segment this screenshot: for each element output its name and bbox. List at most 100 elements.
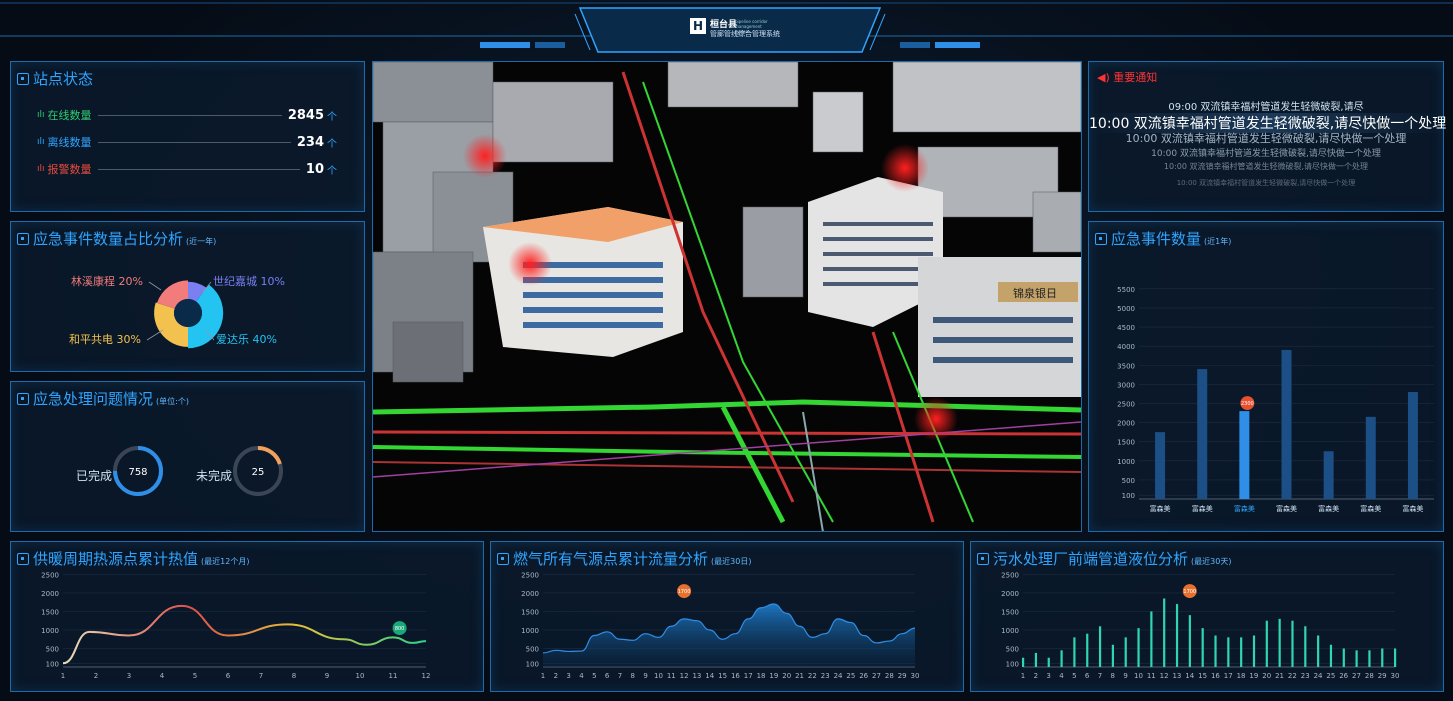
y-tick-label: 3500	[1117, 362, 1135, 370]
bar	[1155, 432, 1166, 499]
gas-panel: 燃气所有气源点累计流量分析 (最近30日) 100 500 1000 1500 2000 2…	[490, 541, 964, 692]
x-tick-label: 12	[422, 672, 431, 680]
bar	[1381, 648, 1384, 667]
event-count-panel: 应急事件数量 (近1年) 100 500 1000 1500 2000 2500 3000 35…	[1088, 221, 1444, 532]
pie-label: 和平共电 30%	[69, 333, 141, 346]
x-tick-label: 1	[61, 672, 65, 680]
x-tick-label: 3	[566, 672, 570, 680]
y-tick-label: 1000	[1001, 627, 1019, 635]
x-tick-label: 11	[1147, 672, 1156, 680]
y-tick-label: 2500	[521, 571, 539, 579]
pie-label: 爱达乐 40%	[216, 333, 277, 346]
x-tick-label: 富森美	[1150, 504, 1171, 513]
series-line	[62, 604, 427, 665]
map-3d-view[interactable]: 锦泉银日	[372, 61, 1082, 532]
x-tick-label: 28	[1365, 672, 1374, 680]
y-tick-label: 5500	[1117, 286, 1135, 294]
x-tick-label: 10	[356, 672, 365, 680]
y-tick-label: 1000	[521, 627, 539, 635]
x-tick-label: 富森美	[1318, 504, 1339, 513]
y-tick-label: 3000	[1117, 381, 1135, 389]
y-tick-label: 100	[526, 660, 539, 668]
notice-item[interactable]: 10:00 双流镇幸福村管道发生轻微破裂,请尽快做一个处理	[1089, 130, 1443, 146]
station-label: 离线数量	[47, 136, 92, 149]
x-tick-label: 6	[1085, 672, 1090, 680]
signal-icon: ılı	[37, 110, 45, 120]
y-tick-label: 2000	[521, 590, 539, 598]
x-tick-label: 9	[643, 672, 647, 680]
notice-title-row: ◀) 重要通知	[1097, 69, 1157, 85]
x-tick-label: 30	[1391, 672, 1400, 680]
bar	[1365, 416, 1376, 499]
x-tick-label: 9	[325, 672, 329, 680]
bar	[1317, 635, 1320, 667]
notice-item[interactable]: 09:00 双流镇幸福村管道发生轻微破裂,请尽	[1089, 98, 1443, 113]
x-tick-label: 21	[1275, 672, 1284, 680]
x-tick-label: 3	[127, 672, 131, 680]
y-tick-label: 500	[1122, 477, 1135, 485]
pie-label: 林溪康程 20%	[71, 274, 143, 288]
station-unit: 个	[327, 111, 337, 123]
x-tick-label: 22	[808, 672, 817, 680]
app-subtitle: 管廊管线综合管理系统	[710, 30, 780, 38]
x-tick-label: 2	[94, 672, 98, 680]
notice-item[interactable]: 10:00 双流镇幸福村管道发生轻微破裂,请尽快做一个处理	[1089, 178, 1443, 188]
bar	[1407, 392, 1418, 499]
alarm-marker	[463, 134, 507, 178]
bar	[1086, 633, 1089, 667]
value-badge-label: 1700	[1183, 589, 1196, 595]
sewage-bar-chart: 10050010001500200025001 2 3 4 5 6 7 8 9 10 11 12 13 1…	[1001, 571, 1400, 680]
gas-area-chart: 10050010001500200025001 2 3 4 5 6 7 8 9 10 11 12 13 1…	[521, 571, 919, 680]
x-tick-label: 富森美	[1276, 504, 1297, 513]
x-tick-label: 18	[757, 672, 766, 680]
y-tick-label: 1500	[521, 608, 539, 616]
y-tick-label: 500	[1006, 645, 1019, 653]
bar	[1291, 620, 1294, 667]
x-tick-label: 23	[1301, 672, 1310, 680]
y-tick-label: 2500	[1001, 571, 1019, 579]
x-tick-label: 富森美	[1234, 504, 1255, 513]
notice-item[interactable]: 10:00 双流镇幸福村管道发生轻微破裂,请尽快做一个处理	[1089, 146, 1443, 159]
bar	[1098, 626, 1102, 667]
bar	[1394, 648, 1397, 667]
bar	[1188, 615, 1191, 667]
map-scene: 锦泉银日	[373, 62, 1081, 531]
x-tick-label: 20	[1262, 672, 1271, 680]
pie-center	[174, 299, 202, 327]
value-badge-label: 800	[395, 626, 405, 632]
bar	[1034, 652, 1038, 667]
bar	[1150, 611, 1153, 667]
y-tick-label: 2000	[41, 590, 59, 598]
y-tick-label: 2500	[41, 571, 59, 579]
bar	[1368, 650, 1371, 667]
x-tick-label: 7	[1098, 672, 1102, 680]
notice-item[interactable]: 10:00 双流镇幸福村管道发生轻微破裂,请尽快做一个处理	[1089, 161, 1443, 172]
speaker-icon: ◀)	[1097, 71, 1110, 84]
x-tick-label: 29	[1378, 672, 1387, 680]
handling-rings: 758 25	[113, 446, 283, 496]
x-tick-label: 8	[631, 672, 635, 680]
y-tick-label: 1500	[1117, 439, 1135, 447]
y-tick-label: 100	[1122, 492, 1135, 500]
x-tick-label: 1	[541, 672, 545, 680]
x-tick-label: 19	[769, 672, 778, 680]
y-tick-label: 100	[46, 660, 59, 668]
logo: H	[690, 18, 706, 34]
station-status-panel: 站点状态 ılı 在线数量 2845 个 ılı 离线数量 234 个 ılı 报警数量 10 个	[10, 61, 365, 212]
x-tick-label: 17	[1224, 672, 1233, 680]
station-title: 站点状态	[33, 70, 94, 88]
bar	[1240, 637, 1243, 667]
divider	[97, 168, 300, 170]
station-value: 234	[296, 134, 324, 150]
bar	[1197, 369, 1208, 499]
x-tick-label: 20	[782, 672, 791, 680]
x-tick-label: 27	[1352, 672, 1361, 680]
y-tick-label: 4000	[1117, 343, 1135, 351]
station-row: ılı 报警数量 10 个	[37, 161, 337, 177]
x-tick-label: 14	[705, 672, 714, 680]
bar	[1278, 618, 1281, 667]
x-tick-label: 16	[731, 672, 740, 680]
alarm-marker	[508, 242, 552, 286]
todo-ring-value: 25	[252, 467, 265, 478]
divider	[97, 114, 282, 116]
